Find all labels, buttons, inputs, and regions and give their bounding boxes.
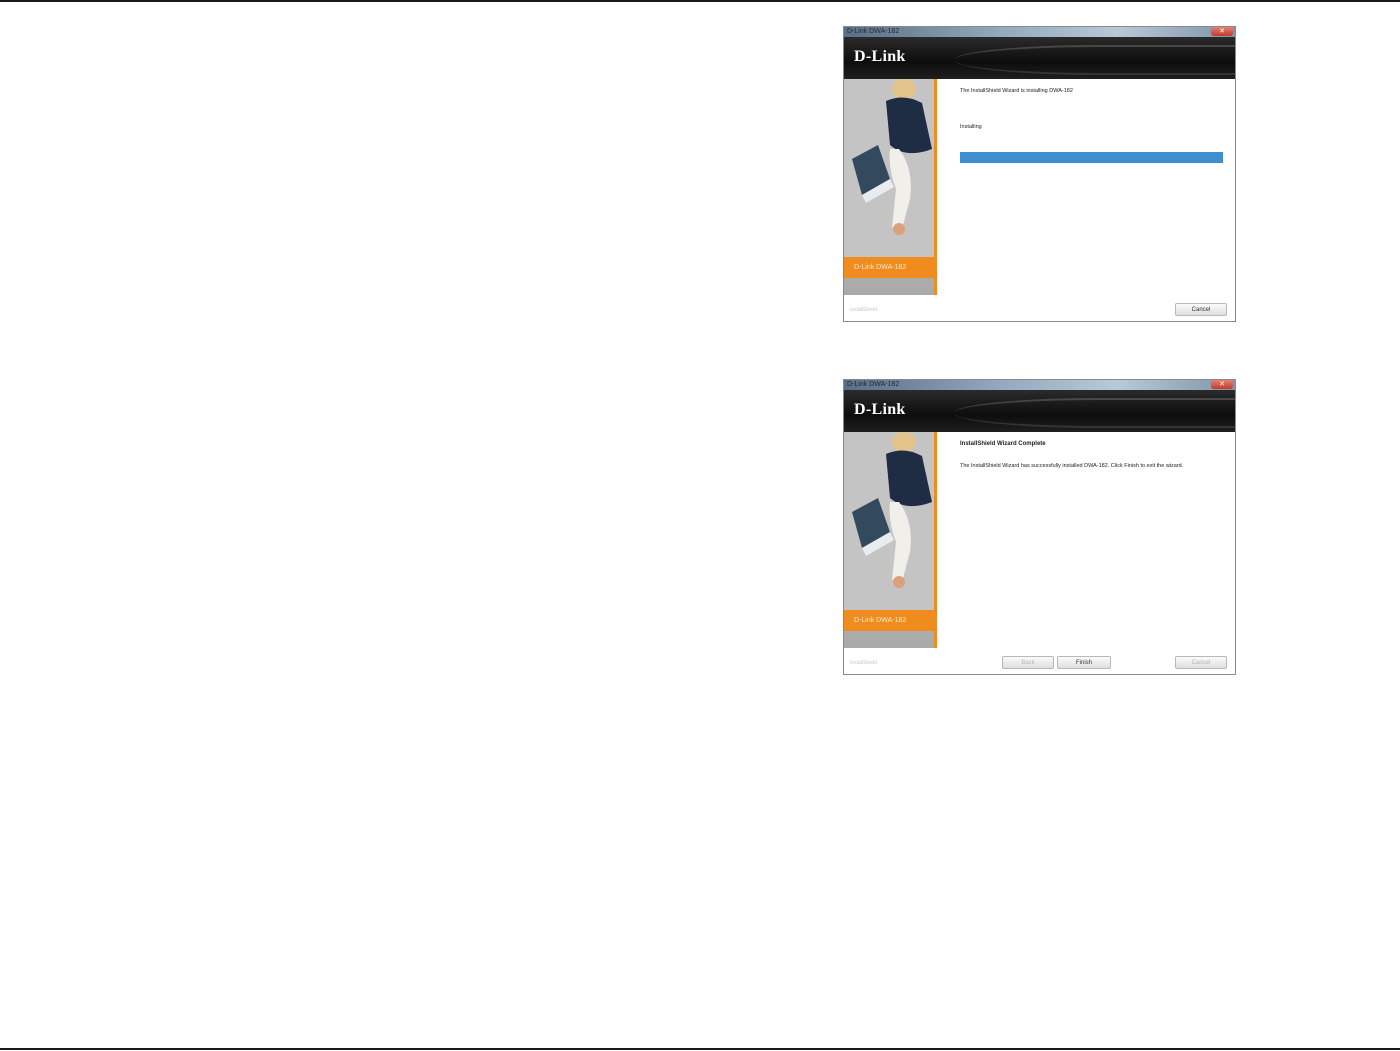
window-title: D-Link DWA-182 xyxy=(847,28,900,35)
dlink-logo: D-Link xyxy=(854,401,906,418)
close-button[interactable]: ✕ xyxy=(1211,380,1233,389)
woman-with-laptop-photo xyxy=(844,432,934,610)
dlink-logo: D-Link xyxy=(854,48,906,65)
product-label: D-Link DWA-182 xyxy=(844,257,934,278)
banner: D-Link xyxy=(844,37,1235,79)
status-text: Installing xyxy=(960,124,982,130)
cancel-button[interactable]: Cancel xyxy=(1175,303,1227,316)
close-icon: ✕ xyxy=(1219,28,1225,35)
installer-window-complete: D-Link DWA-182 ✕ D-Link D-Link DWA-182 I… xyxy=(843,379,1236,675)
banner-swoosh xyxy=(954,45,1235,75)
sidebar-panel: D-Link DWA-182 xyxy=(844,432,937,648)
product-label: D-Link DWA-182 xyxy=(844,610,934,631)
progress-fill xyxy=(960,152,1223,163)
footer-brand: InstallShield xyxy=(850,307,877,313)
page-bottom-rule xyxy=(0,1048,1400,1050)
install-message: The InstallShield Wizard is installing D… xyxy=(960,88,1073,94)
window-title: D-Link DWA-182 xyxy=(847,381,900,388)
banner: D-Link xyxy=(844,390,1235,432)
footer-brand: InstallShield xyxy=(850,660,877,666)
back-button[interactable]: Back xyxy=(1002,656,1054,669)
cancel-button[interactable]: Cancel xyxy=(1175,656,1227,669)
complete-heading: InstallShield Wizard Complete xyxy=(960,441,1046,447)
woman-with-laptop-photo xyxy=(844,79,934,257)
banner-swoosh xyxy=(954,398,1235,428)
complete-message: The InstallShield Wizard has successfull… xyxy=(960,463,1184,469)
progress-bar xyxy=(960,152,1223,163)
title-bar: D-Link DWA-182 ✕ xyxy=(844,27,1235,37)
finish-button[interactable]: Finish xyxy=(1057,656,1111,669)
title-bar: D-Link DWA-182 ✕ xyxy=(844,380,1235,390)
close-icon: ✕ xyxy=(1219,381,1225,388)
sidebar-panel: D-Link DWA-182 xyxy=(844,79,937,295)
installer-window-installing: D-Link DWA-182 ✕ D-Link D-Link DWA-182 T… xyxy=(843,26,1236,322)
close-button[interactable]: ✕ xyxy=(1211,27,1233,36)
page-top-rule xyxy=(0,0,1400,2)
